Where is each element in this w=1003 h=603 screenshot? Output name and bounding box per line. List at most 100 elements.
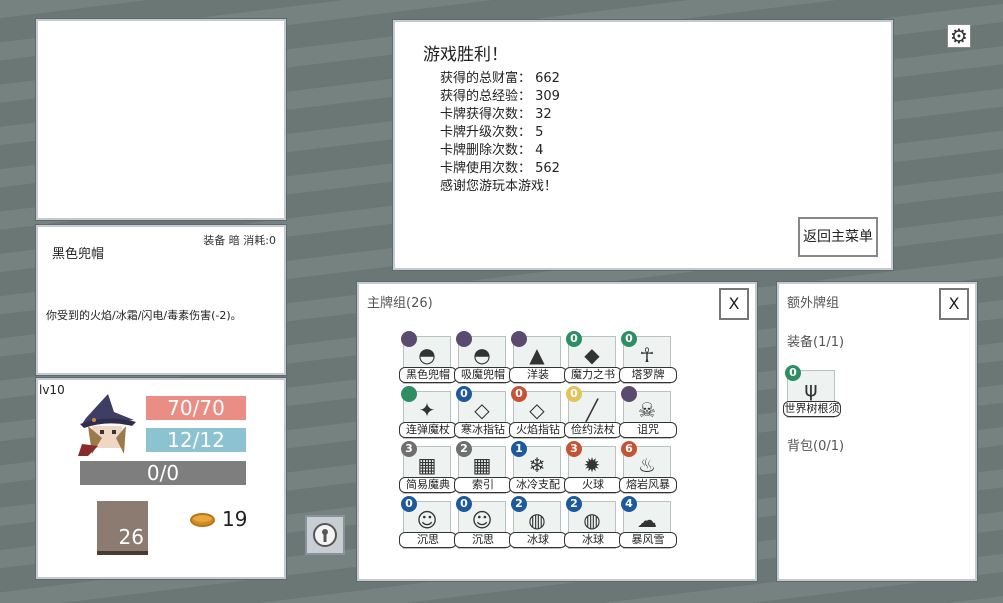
deck-card[interactable]: ◇ 0 寒冰指钻 [454, 386, 512, 443]
card-name-label: 寒冰指钻 [454, 422, 512, 438]
extra-deck-title: 额外牌组 [787, 296, 840, 311]
deck-card[interactable]: ☺ 0 沉思 [399, 496, 457, 553]
card-name-label: 索引 [454, 477, 512, 493]
card-cost-badge [511, 331, 527, 347]
card-name-label: 诅咒 [619, 422, 677, 438]
hp-bar: 70/70 [146, 396, 246, 420]
card-cost-badge [621, 386, 637, 402]
card-name-label: 塔罗牌 [619, 367, 677, 383]
card-info-title: 黑色兜帽 [52, 247, 105, 262]
card-preview-panel [36, 19, 286, 220]
stat-line: 获得的总财富： 662 [440, 71, 560, 86]
card-cost-badge [401, 331, 417, 347]
card-name-label: 连弹魔杖 [399, 422, 457, 438]
card-name-label: 熔岩风暴 [619, 477, 677, 493]
card-cost-badge: 4 [621, 496, 637, 512]
card-info-panel: 黑色兜帽 装备 暗 消耗:0 你受到的火焰/冰霜/闪电/毒素伤害(-2)。 [36, 225, 286, 375]
mp-bar: 12/12 [146, 428, 246, 452]
gold-amount: 19 [222, 507, 248, 531]
stat-line: 卡牌获得次数： 32 [440, 107, 552, 122]
card-name-label: 火焰指钻 [509, 422, 567, 438]
card-cost-badge: 0 [566, 331, 582, 347]
card-name-label: 冰球 [509, 532, 567, 548]
main-deck-title: 主牌组(26) [367, 296, 433, 311]
deck-card[interactable]: ◍ 2 冰球 [509, 496, 567, 553]
deck-view-button[interactable] [305, 515, 345, 555]
victory-stats: 获得的总财富： 662 获得的总经验： 309 卡牌获得次数： 32 卡牌升级次… [440, 70, 560, 196]
card-name-label: 吸魔兜帽 [454, 367, 512, 383]
card-name-label: 冰球 [564, 532, 622, 548]
deck-card[interactable]: ☠ 诅咒 [619, 386, 677, 443]
equip-section-label: 装备(1/1) [787, 335, 845, 350]
card-info-meta: 装备 暗 消耗:0 [203, 234, 276, 247]
witch-avatar [78, 394, 136, 456]
card-cost-badge: 2 [511, 496, 527, 512]
keyhole-icon [313, 523, 337, 547]
main-deck-panel: 主牌组(26) X ◓ 黑色兜帽 ◓ 吸魔兜帽 ▲ 洋装 ◆ 0 魔力之书 ☥ 0 塔罗牌 ✦ 连弹魔杖 ◇… [357, 282, 757, 581]
deck-card[interactable]: ✦ 连弹魔杖 [399, 386, 457, 443]
stat-line: 卡牌使用次数： 562 [440, 161, 560, 176]
card-name-label: 魔力之书 [564, 367, 622, 383]
deck-card[interactable]: ☺ 0 沉思 [454, 496, 512, 553]
return-main-menu-button[interactable]: 返回主菜单 [798, 217, 878, 257]
card-name-label: 简易魔典 [399, 477, 457, 493]
deck-card[interactable]: ▲ 洋装 [509, 331, 567, 388]
draw-pile[interactable]: 26 [97, 501, 148, 555]
player-panel: lv10 70/70 12/12 0/0 26 19 [36, 378, 286, 579]
deck-card[interactable]: ▦ 3 简易魔典 [399, 441, 457, 498]
card-info-description: 你受到的火焰/冰霜/闪电/毒素伤害(-2)。 [46, 309, 242, 322]
card-cost-badge: 2 [566, 496, 582, 512]
deck-card[interactable]: ◍ 2 冰球 [564, 496, 622, 553]
card-cost-badge: 0 [785, 365, 801, 381]
card-cost-badge [401, 386, 417, 402]
stat-line: 卡牌删除次数： 4 [440, 143, 544, 158]
xp-bar: 0/0 [80, 461, 246, 485]
card-name-label: 俭约法杖 [564, 422, 622, 438]
card-name-label: 火球 [564, 477, 622, 493]
card-cost-badge: 6 [621, 441, 637, 457]
deck-card[interactable]: ☥ 0 塔罗牌 [619, 331, 677, 388]
card-cost-badge: 0 [511, 386, 527, 402]
card-name-label: 洋装 [509, 367, 567, 383]
card-cost-badge: 3 [566, 441, 582, 457]
coin-icon [190, 513, 215, 527]
card-name-label: 冰冷支配 [509, 477, 567, 493]
extra-deck-close-button[interactable]: X [939, 288, 969, 320]
card-cost-badge: 0 [566, 386, 582, 402]
deck-card[interactable]: ψ 0 世界树根须 [783, 365, 841, 422]
card-name-label: 沉思 [454, 532, 512, 548]
stat-line: 卡牌升级次数： 5 [440, 125, 544, 140]
card-name-label: 沉思 [399, 532, 457, 548]
card-cost-badge: 0 [456, 386, 472, 402]
deck-card[interactable]: ◓ 吸魔兜帽 [454, 331, 512, 388]
deck-card[interactable]: ☁ 4 暴风雪 [619, 496, 677, 553]
player-level: lv10 [39, 383, 65, 397]
card-cost-badge: 0 [456, 496, 472, 512]
deck-card[interactable]: ◓ 黑色兜帽 [399, 331, 457, 388]
card-cost-badge: 0 [401, 496, 417, 512]
card-name-label: 世界树根须 [783, 401, 841, 417]
deck-card[interactable]: ❄ 1 冰冷支配 [509, 441, 567, 498]
gold-display: 19 [190, 507, 268, 531]
draw-pile-count: 26 [118, 525, 144, 549]
deck-card[interactable]: ◆ 0 魔力之书 [564, 331, 622, 388]
main-deck-close-button[interactable]: X [719, 288, 749, 320]
victory-title: 游戏胜利！ [423, 45, 508, 65]
card-cost-badge [456, 331, 472, 347]
deck-card[interactable]: ╱ 0 俭约法杖 [564, 386, 622, 443]
deck-card[interactable]: ♨ 6 熔岩风暴 [619, 441, 677, 498]
bag-section-label: 背包(0/1) [787, 439, 845, 454]
card-cost-badge: 3 [401, 441, 417, 457]
card-name-label: 暴风雪 [619, 532, 677, 548]
card-name-label: 黑色兜帽 [399, 367, 457, 383]
victory-dialog: 游戏胜利！ 获得的总财富： 662 获得的总经验： 309 卡牌获得次数： 32… [393, 20, 893, 270]
deck-card[interactable]: ✹ 3 火球 [564, 441, 622, 498]
deck-card[interactable]: ▦ 2 索引 [454, 441, 512, 498]
deck-card[interactable]: ◇ 0 火焰指钻 [509, 386, 567, 443]
settings-gear-icon[interactable]: ⚙ [947, 24, 971, 48]
card-cost-badge: 2 [456, 441, 472, 457]
thanks-line: 感谢您游玩本游戏！ [440, 179, 558, 194]
extra-deck-panel: 额外牌组 X 装备(1/1) ψ 0 世界树根须 背包(0/1) [777, 282, 977, 581]
card-cost-badge: 0 [621, 331, 637, 347]
card-cost-badge: 1 [511, 441, 527, 457]
